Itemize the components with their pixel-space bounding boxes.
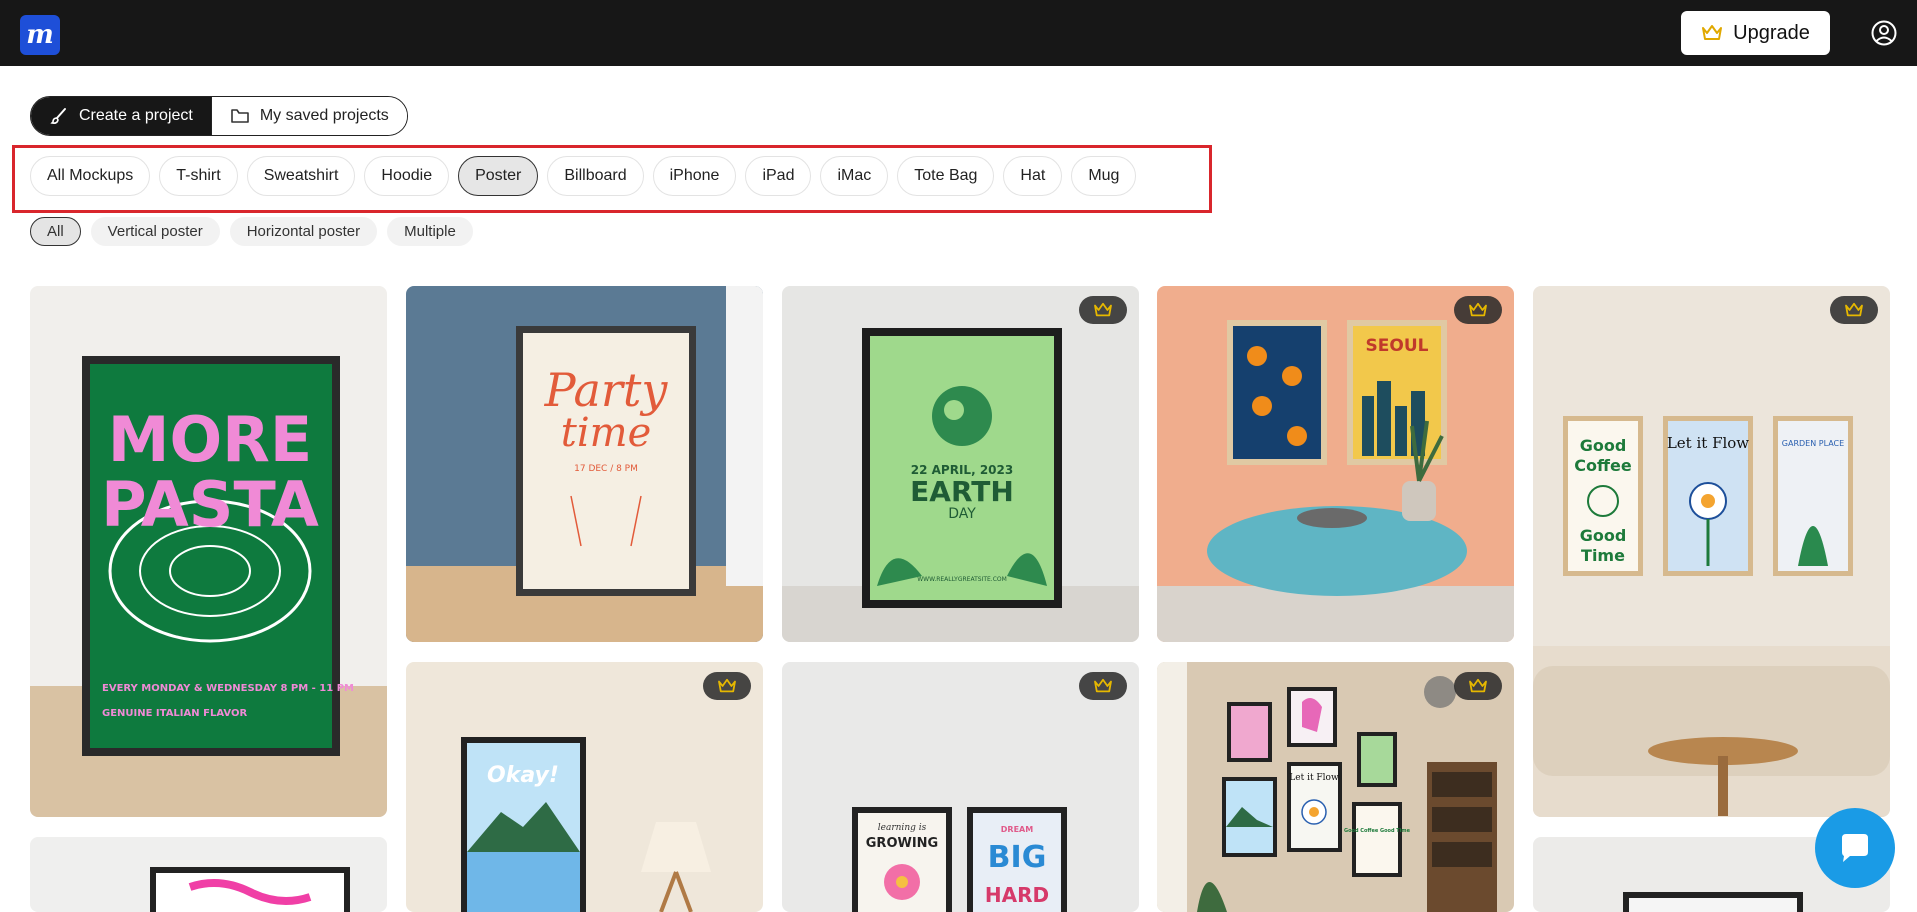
subfilter-horizontal-poster[interactable]: Horizontal poster — [229, 217, 378, 246]
mockup-card-earth-day[interactable]: 22 APRIL, 2023 EARTH DAY WWW.REALLYGREAT… — [782, 286, 1139, 642]
mockup-card-pink-print[interactable] — [30, 837, 387, 912]
pasta-line1: MORE — [108, 403, 313, 476]
mockup-card-more-pasta[interactable]: MORE PASTA EVERY MONDAY & WEDNESDAY 8 PM… — [30, 286, 387, 817]
category-poster[interactable]: Poster — [458, 156, 539, 196]
growing-left2: GROWING — [866, 836, 938, 851]
category-tote-bag[interactable]: Tote Bag — [897, 156, 995, 196]
category-t-shirt[interactable]: T-shirt — [159, 156, 238, 196]
pasta-line2: PASTA — [101, 468, 319, 541]
category-hoodie[interactable]: Hoodie — [364, 156, 450, 196]
mockup-card-seoul[interactable]: SEOUL — [1157, 286, 1514, 642]
mockup-image-seoul: SEOUL — [1157, 320, 1514, 642]
pasta-left-note: EVERY MONDAY & WEDNESDAY 8 PM - 11 PM — [102, 683, 354, 694]
subfilter-multiple[interactable]: Multiple — [387, 217, 473, 246]
mockup-image-pink-print — [150, 867, 350, 912]
upgrade-label: Upgrade — [1733, 21, 1810, 44]
saved-projects-button[interactable]: My saved projects — [210, 97, 407, 135]
premium-badge — [1454, 672, 1502, 700]
trio-left1: Good — [1580, 436, 1627, 455]
earth-subtitle: DAY — [948, 506, 976, 522]
category-hat[interactable]: Hat — [1003, 156, 1063, 196]
upgrade-button[interactable]: Upgrade — [1681, 11, 1830, 55]
crown-icon — [1094, 678, 1112, 693]
user-circle-icon[interactable] — [1871, 20, 1897, 46]
project-toggle: Create a project My saved projects — [30, 96, 408, 136]
mockup-image-growing: learning is GROWING DREAM BIG HARD — [852, 807, 1067, 912]
premium-badge — [1454, 296, 1502, 324]
gallery-sign2: Good Coffee Good Time — [1344, 828, 1411, 834]
trio-middle: Let it Flow — [1667, 434, 1749, 452]
growing-left1: learning is — [878, 823, 927, 833]
category-ipad[interactable]: iPad — [745, 156, 812, 196]
trio-left4: Time — [1581, 546, 1625, 565]
subfilter-list: All Vertical poster Horizontal poster Mu… — [30, 217, 473, 246]
chat-bubble-icon — [1842, 834, 1868, 862]
saved-projects-label: My saved projects — [259, 107, 389, 124]
trio-right: GARDEN PLACE — [1782, 439, 1844, 448]
category-sweatshirt[interactable]: Sweatshirt — [246, 156, 356, 196]
logo-letter: m — [26, 20, 54, 50]
mockup-image-gallery-wall: Let it Flow Good Coffee Good Time — [1157, 662, 1497, 912]
premium-badge — [1079, 672, 1127, 700]
top-bar: m Upgrade — [0, 0, 1917, 66]
growing-right2: BIG — [988, 840, 1047, 875]
trio-left2: Coffee — [1574, 456, 1632, 475]
category-imac[interactable]: iMac — [820, 156, 889, 196]
category-mug[interactable]: Mug — [1071, 156, 1137, 196]
category-billboard[interactable]: Billboard — [547, 156, 644, 196]
mockup-card-party-time[interactable]: Party time 17 DEC / 8 PM — [406, 286, 763, 642]
mockup-card-gallery-wall[interactable]: Let it Flow Good Coffee Good Time — [1157, 662, 1514, 912]
party-title1: Party — [544, 363, 669, 417]
earth-url: WWW.REALLYGREATSITE.COM — [917, 576, 1007, 583]
party-date: 17 DEC / 8 PM — [574, 464, 638, 474]
create-project-button[interactable]: Create a project — [31, 97, 211, 135]
crown-icon — [1845, 302, 1863, 317]
mockup-card-trio-posters[interactable]: Good Coffee Good Time Let it Flow GARDEN… — [1533, 286, 1890, 817]
premium-badge — [1830, 296, 1878, 324]
earth-title: EARTH — [910, 475, 1014, 508]
trio-left3: Good — [1580, 526, 1627, 545]
crown-icon — [1702, 25, 1723, 40]
create-project-label: Create a project — [79, 107, 193, 124]
chat-launcher-button[interactable] — [1815, 808, 1895, 888]
mockup-image-okay: Okay! — [461, 737, 711, 912]
growing-right1: DREAM — [1001, 825, 1033, 834]
mockup-image-trio-posters: Good Coffee Good Time Let it Flow GARDEN… — [1533, 416, 1890, 817]
mockup-image-earth-day: 22 APRIL, 2023 EARTH DAY WWW.REALLYGREAT… — [782, 328, 1139, 642]
gallery-sign1: Let it Flow — [1289, 773, 1339, 783]
party-title2: time — [561, 410, 651, 456]
brush-icon — [50, 108, 66, 124]
premium-badge — [1079, 296, 1127, 324]
crown-icon — [718, 678, 736, 693]
seoul-title: SEOUL — [1366, 336, 1429, 356]
mockup-image-more-pasta: MORE PASTA EVERY MONDAY & WEDNESDAY 8 PM… — [30, 356, 387, 817]
okay-title: Okay! — [487, 763, 559, 788]
mockup-card-growing[interactable]: learning is GROWING DREAM BIG HARD — [782, 662, 1139, 912]
crown-icon — [1469, 302, 1487, 317]
mockup-image-party-time: Party time 17 DEC / 8 PM — [406, 286, 763, 642]
mockup-card-okay[interactable]: Okay! — [406, 662, 763, 912]
crown-icon — [1094, 302, 1112, 317]
subfilter-all[interactable]: All — [30, 217, 81, 246]
app-logo[interactable]: m — [20, 15, 60, 55]
subfilter-vertical-poster[interactable]: Vertical poster — [90, 217, 220, 246]
folder-icon — [231, 109, 249, 123]
category-all-mockups[interactable]: All Mockups — [30, 156, 151, 196]
premium-badge — [703, 672, 751, 700]
crown-icon — [1469, 678, 1487, 693]
pasta-right-note: GENUINE ITALIAN FLAVOR — [102, 708, 247, 719]
category-filter-list: All Mockups T-shirt Sweatshirt Hoodie Po… — [30, 156, 1137, 196]
growing-right3: HARD — [985, 883, 1049, 907]
category-iphone[interactable]: iPhone — [652, 156, 737, 196]
